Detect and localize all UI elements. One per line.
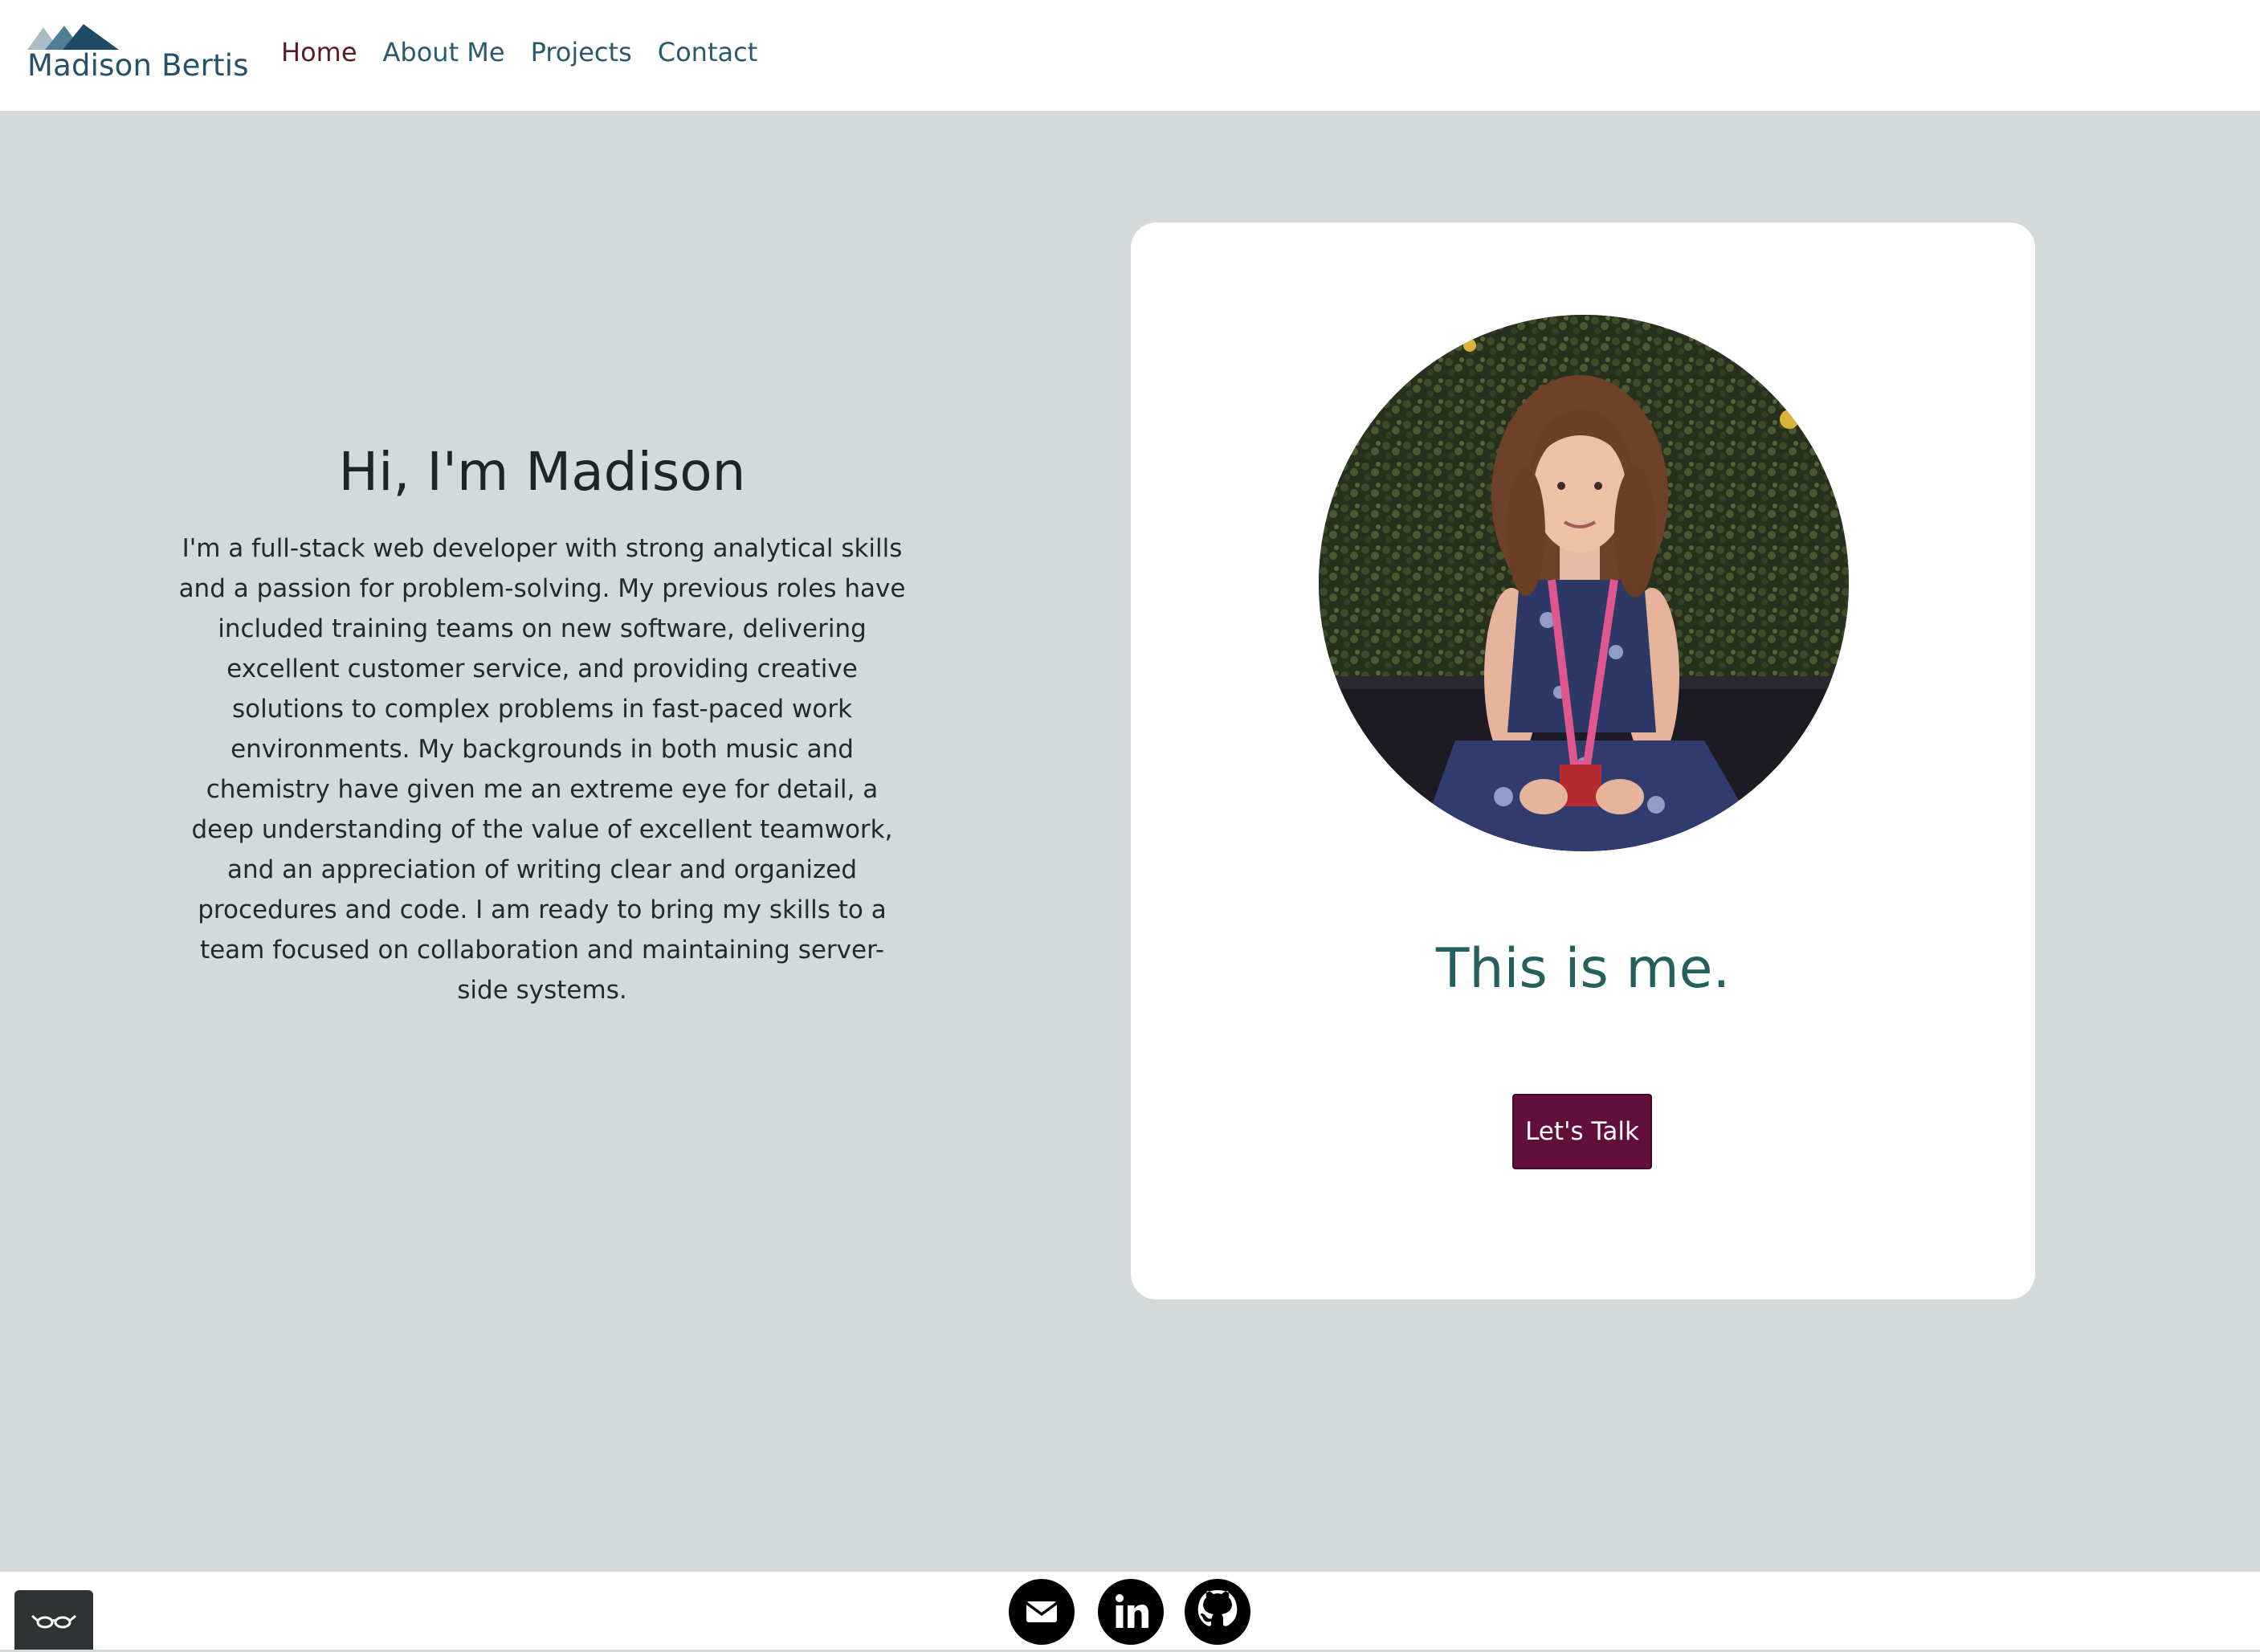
profile-photo-illustration — [1319, 315, 1849, 851]
github-icon — [1185, 1579, 1250, 1645]
github-link[interactable] — [1185, 1579, 1250, 1645]
nav-about-me[interactable]: About Me — [383, 37, 505, 67]
profile-card: This is me. Let's Talk — [1131, 222, 2035, 1299]
navbar: Madison Bertis Home About Me Projects Co… — [0, 0, 2260, 111]
intro-heading: Hi, I'm Madison — [338, 441, 746, 503]
lets-talk-button[interactable]: Let's Talk — [1512, 1094, 1652, 1169]
brand-link[interactable]: Madison Bertis — [27, 22, 249, 87]
footer — [0, 1572, 2260, 1650]
intro-section: Hi, I'm Madison I'm a full-stack web dev… — [177, 434, 908, 1010]
nav-home[interactable]: Home — [281, 37, 357, 67]
intro-paragraph: I'm a full-stack web developer with stro… — [178, 534, 906, 1005]
glasses-icon — [31, 1614, 76, 1629]
email-link[interactable] — [1009, 1579, 1075, 1645]
photo-caption: This is me. — [1435, 937, 1731, 1001]
main-nav: Home About Me Projects Contact — [281, 37, 757, 67]
nav-projects[interactable]: Projects — [531, 37, 632, 67]
nav-contact[interactable]: Contact — [658, 37, 758, 67]
profile-photo — [1319, 315, 1849, 851]
linkedin-link[interactable] — [1098, 1579, 1164, 1645]
email-icon — [1009, 1579, 1075, 1645]
brand-name: Madison Bertis — [27, 48, 249, 83]
linkedin-icon — [1098, 1579, 1164, 1645]
accessibility-button[interactable] — [14, 1590, 93, 1650]
